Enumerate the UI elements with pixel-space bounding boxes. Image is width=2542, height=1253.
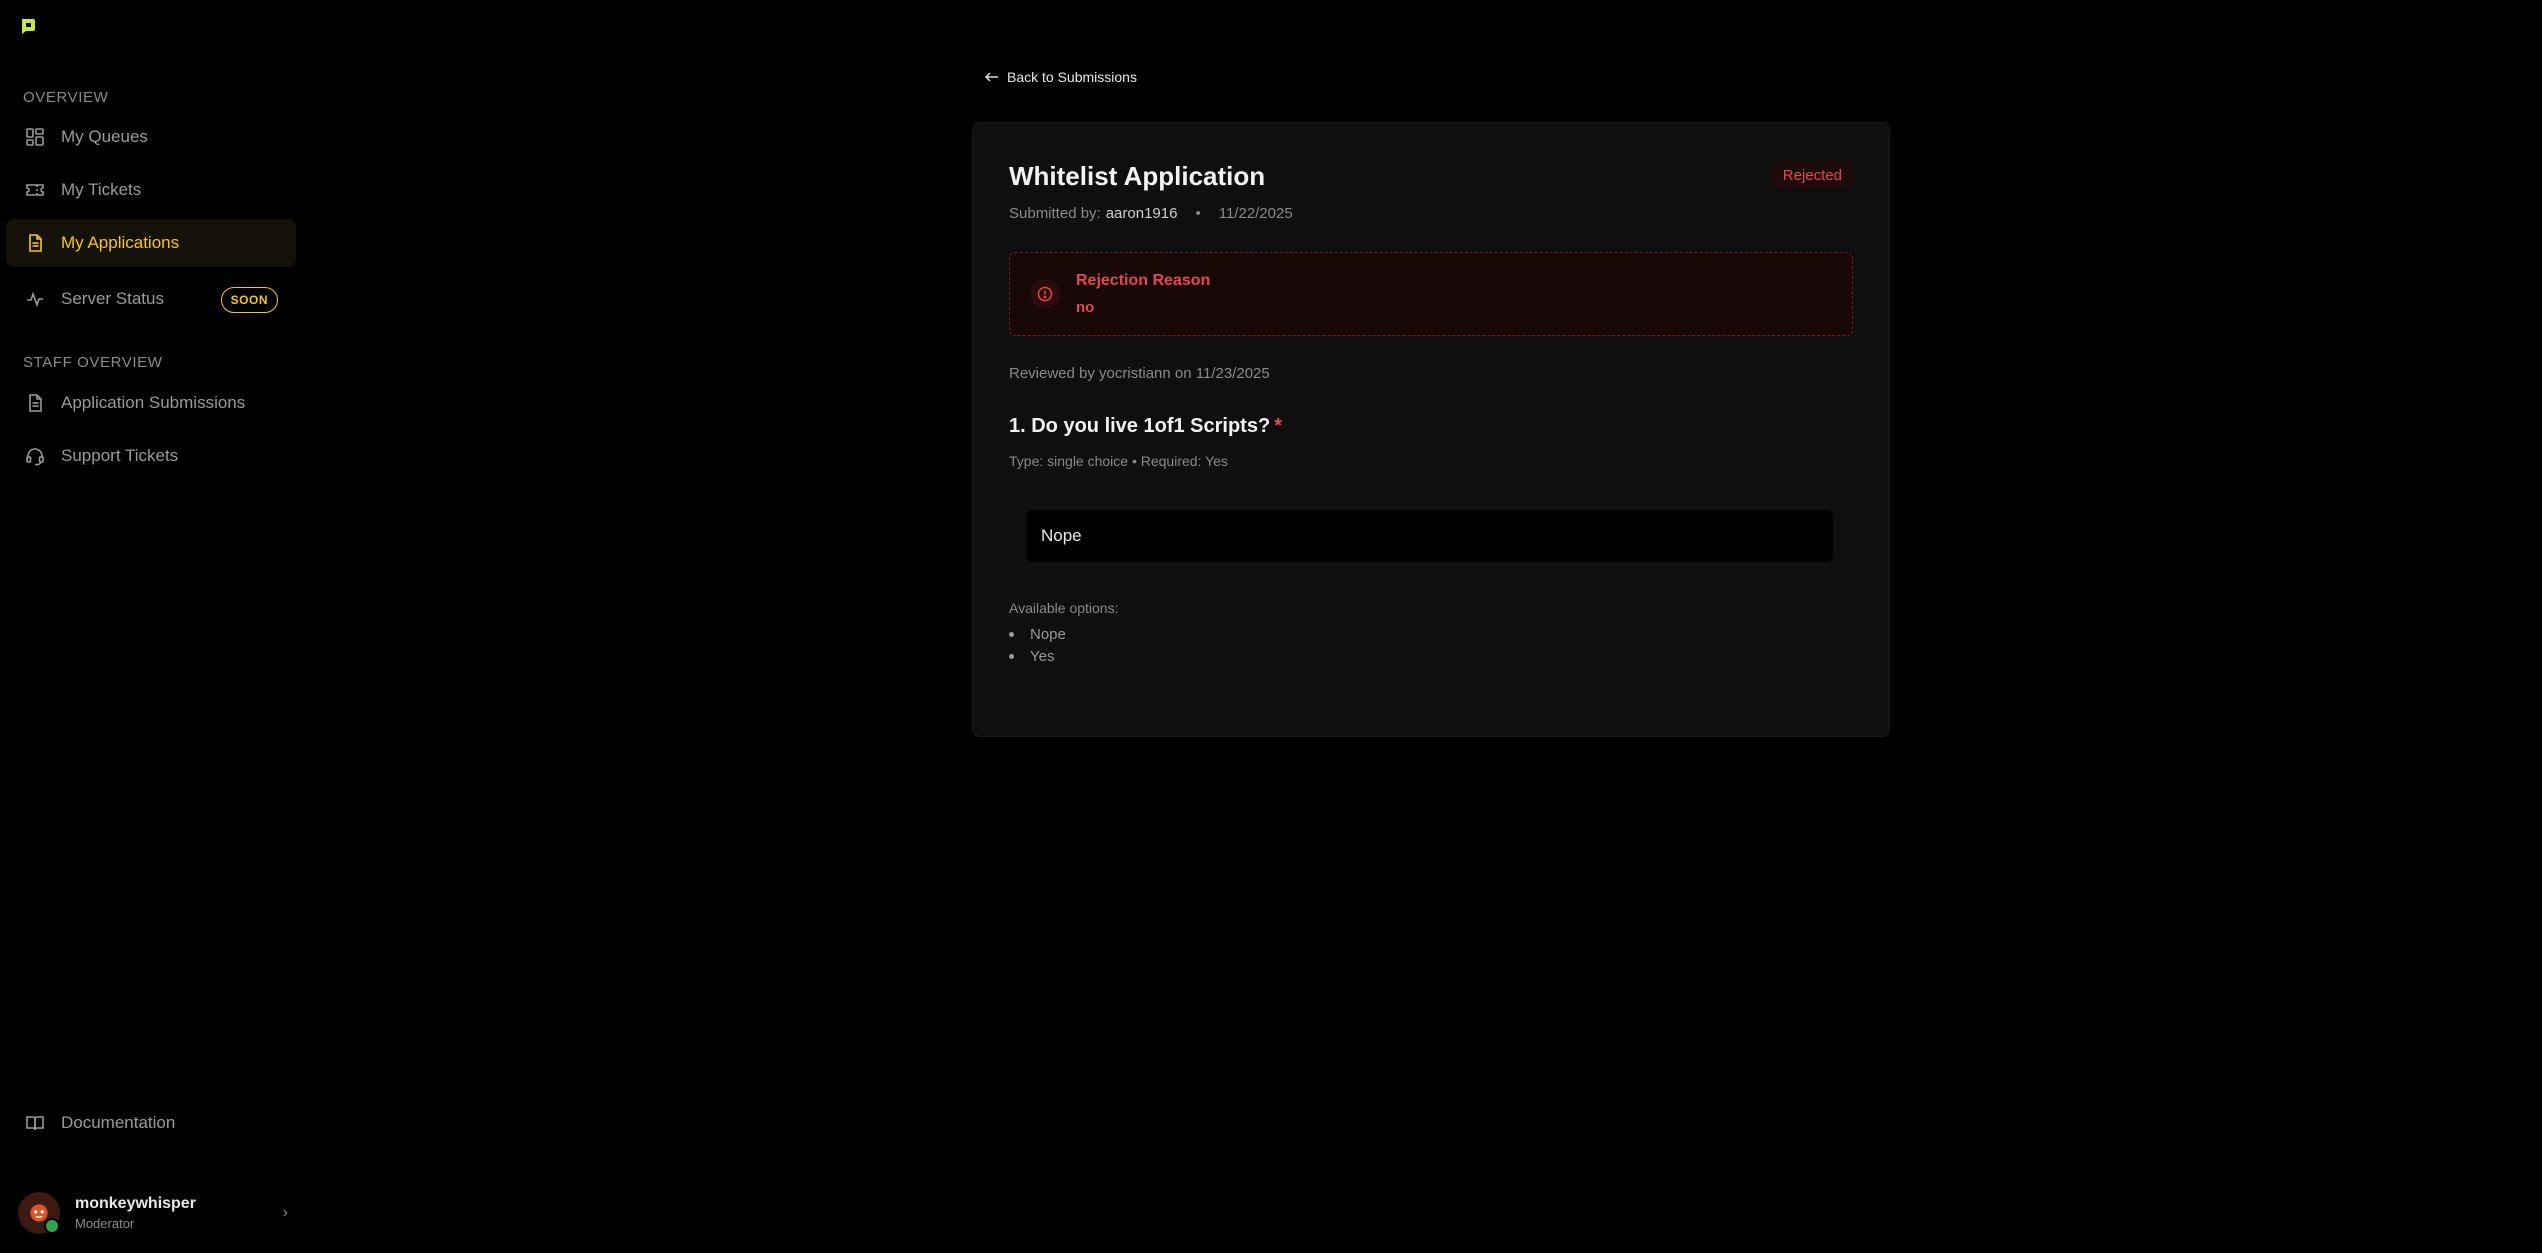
sidebar-item-support-tickets[interactable]: Support Tickets [6, 432, 296, 480]
sidebar-item-label: Documentation [61, 1113, 176, 1132]
page-title: Whitelist Application [1009, 161, 1266, 191]
user-menu[interactable]: monkeywhisper Moderator › [18, 1190, 288, 1236]
back-to-submissions-link[interactable]: Back to Submissions [985, 69, 1137, 85]
ticket-icon [24, 179, 46, 201]
application-detail-card: Whitelist Application Rejected Submitted… [972, 122, 1890, 737]
question-meta: Type: single choice • Required: Yes [1009, 453, 1228, 469]
headset-icon [24, 445, 46, 467]
overview-section-label: OVERVIEW [23, 89, 109, 106]
alert-circle-icon [1030, 279, 1060, 309]
sidebar-item-label: My Tickets [61, 180, 142, 199]
sidebar: OVERVIEW My Queues My Tickets My Applica… [0, 0, 300, 1253]
file-icon [24, 232, 46, 254]
status-badge: Rejected [1771, 161, 1853, 189]
option-label: Nope [1030, 625, 1066, 643]
submitted-by-label: Submitted by: [1009, 205, 1101, 222]
sidebar-item-label: My Applications [61, 233, 180, 252]
rejection-reason-text: no [1076, 299, 1095, 316]
question-text: 1. Do you live 1of1 Scripts? [1009, 415, 1271, 437]
soon-badge: SOON [220, 287, 278, 313]
sidebar-item-my-applications[interactable]: My Applications [6, 219, 296, 267]
grid-icon [24, 126, 46, 148]
required-marker: * [1274, 415, 1282, 437]
chevron-right-icon[interactable]: › [283, 1204, 288, 1222]
option-label: Yes [1030, 647, 1055, 665]
submission-meta: Submitted by: aaron1916 • 11/22/2025 [1009, 205, 1293, 222]
rejection-reason-title: Rejection Reason [1076, 272, 1211, 289]
sidebar-item-label: Application Submissions [61, 393, 246, 412]
sidebar-item-my-queues[interactable]: My Queues [6, 113, 296, 161]
sidebar-item-documentation[interactable]: Documentation [6, 1099, 296, 1147]
sidebar-item-application-submissions[interactable]: Application Submissions [6, 379, 296, 427]
reviewed-by-text: Reviewed by yocristiann on 11/23/2025 [1009, 365, 1270, 382]
list-item: Yes [1009, 645, 1066, 667]
question-title: 1. Do you live 1of1 Scripts? * [1009, 415, 1282, 438]
staff-overview-section-label: STAFF OVERVIEW [23, 354, 163, 371]
sidebar-item-label: My Queues [61, 127, 148, 146]
answer-field: Nope [1027, 510, 1833, 562]
app-logo-icon[interactable] [19, 17, 37, 35]
meta-separator: • [1195, 205, 1201, 222]
rejection-reason-box: Rejection Reason no [1009, 252, 1853, 336]
avatar [18, 1192, 60, 1234]
arrow-left-icon [985, 69, 999, 85]
back-label: Back to Submissions [1007, 69, 1137, 85]
user-name: monkeywhisper [75, 1195, 196, 1212]
submitted-by-user: aaron1916 [1105, 205, 1178, 222]
submitted-date: 11/22/2025 [1218, 205, 1293, 222]
activity-icon [24, 288, 46, 310]
sidebar-item-my-tickets[interactable]: My Tickets [6, 166, 296, 214]
list-item: Nope [1009, 623, 1066, 645]
available-options-label: Available options: [1009, 600, 1119, 616]
book-icon [24, 1112, 46, 1134]
online-status-indicator [44, 1218, 60, 1234]
sidebar-item-server-status[interactable]: Server Status SOON [6, 275, 296, 323]
available-options-list: Nope Yes [1009, 623, 1066, 667]
sidebar-item-label: Support Tickets [61, 446, 179, 465]
answer-value: Nope [1041, 526, 1082, 545]
user-role: Moderator [75, 1216, 135, 1231]
file-icon [24, 392, 46, 414]
sidebar-item-label: Server Status [61, 289, 164, 308]
